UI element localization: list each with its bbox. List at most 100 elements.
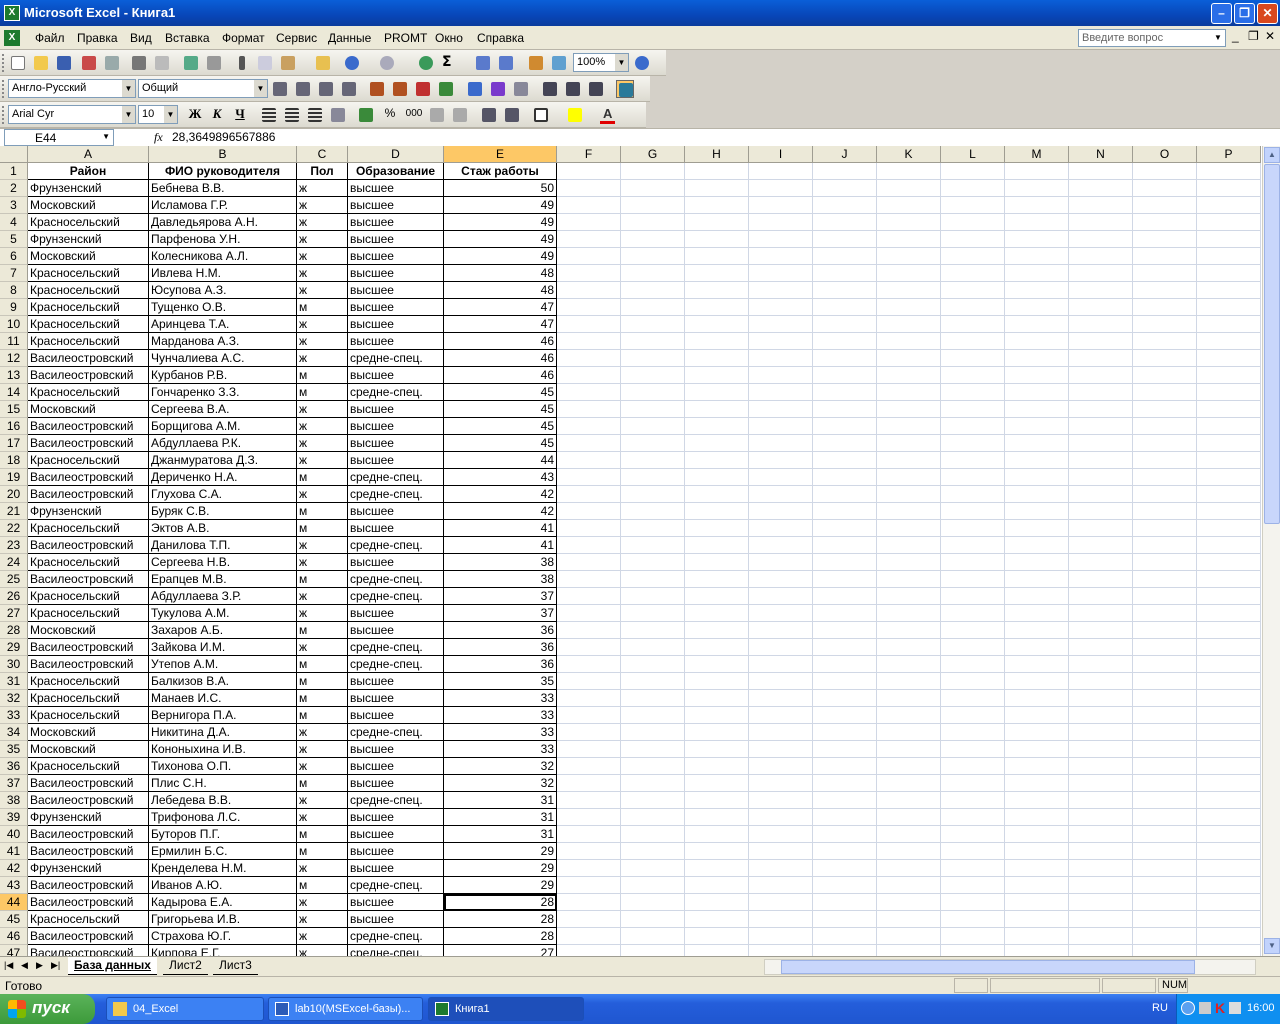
column-header[interactable]: E [444,146,557,163]
cell[interactable] [1005,520,1069,537]
cell[interactable]: Красносельский [28,588,149,605]
cell[interactable] [1069,554,1133,571]
network-icon[interactable] [1199,1002,1211,1014]
cell[interactable]: Сергеева Н.В. [149,554,297,571]
cell[interactable] [877,826,941,843]
cell[interactable] [1197,452,1261,469]
cell[interactable] [1069,163,1133,180]
cell[interactable] [1197,537,1261,554]
cell[interactable] [557,435,621,452]
cell[interactable] [685,452,749,469]
cell[interactable] [941,605,1005,622]
cell[interactable]: Василеостровский [28,435,149,452]
cell[interactable] [1197,333,1261,350]
cell[interactable] [557,214,621,231]
cell[interactable] [621,639,685,656]
cell[interactable]: Василеостровский [28,418,149,435]
cell[interactable] [941,333,1005,350]
workbook-icon[interactable]: X [4,30,20,46]
cell[interactable]: Страхова Ю.Г. [149,928,297,945]
cell[interactable] [1133,418,1197,435]
cell[interactable] [1069,537,1133,554]
menu-view[interactable]: Вид [130,31,152,45]
cell[interactable] [1197,248,1261,265]
horizontal-scrollbar[interactable] [764,959,1256,975]
cell[interactable]: Ерапцев М.В. [149,571,297,588]
cell[interactable] [1133,435,1197,452]
decrease-decimal-icon[interactable] [451,106,469,124]
cell[interactable] [1069,622,1133,639]
cell[interactable]: средне-спец. [348,384,444,401]
chevron-down-icon[interactable]: ▼ [1212,31,1224,45]
column-header[interactable]: N [1069,146,1133,163]
cell[interactable] [1005,826,1069,843]
cell[interactable]: Тукулова А.М. [149,605,297,622]
cell[interactable] [1069,758,1133,775]
cell[interactable]: ж [297,945,348,956]
cell[interactable] [1069,775,1133,792]
cell[interactable] [1069,197,1133,214]
cell[interactable] [621,418,685,435]
cell[interactable] [877,775,941,792]
cell[interactable] [749,741,813,758]
cell[interactable]: высшее [348,622,444,639]
cell[interactable]: м [297,707,348,724]
cell[interactable]: ж [297,486,348,503]
align-left-icon[interactable] [260,106,278,124]
cell[interactable]: средне-спец. [348,928,444,945]
row-header[interactable]: 24 [0,554,28,571]
column-header[interactable]: C [297,146,348,163]
cell[interactable] [1069,673,1133,690]
tray-expand-icon[interactable] [1181,1001,1195,1015]
chevron-down-icon[interactable]: ▼ [254,80,267,97]
cell[interactable] [877,741,941,758]
cell[interactable]: м [297,299,348,316]
header-cell[interactable]: Образование [348,163,444,180]
cell[interactable] [813,248,877,265]
cell[interactable]: ж [297,537,348,554]
cell[interactable]: высшее [348,333,444,350]
cell[interactable] [877,571,941,588]
cell[interactable] [621,690,685,707]
cell[interactable] [557,639,621,656]
cell[interactable] [877,367,941,384]
cell[interactable]: ж [297,265,348,282]
volume-icon[interactable] [1229,1002,1241,1014]
cell[interactable]: 45 [444,435,557,452]
cell[interactable] [685,503,749,520]
cell[interactable]: средне-спец. [348,571,444,588]
cell[interactable] [685,775,749,792]
promt-help-icon[interactable] [587,80,605,98]
task-folder[interactable]: 04_Excel [106,997,264,1021]
column-header[interactable]: A [28,146,149,163]
cell[interactable]: м [297,520,348,537]
cell[interactable] [1069,367,1133,384]
cell[interactable] [1069,605,1133,622]
clock[interactable]: 16:00 [1247,1002,1275,1014]
cell[interactable] [813,826,877,843]
cell[interactable] [1197,809,1261,826]
cell[interactable] [1005,741,1069,758]
cell[interactable] [813,163,877,180]
cell[interactable]: ж [297,809,348,826]
cell[interactable] [813,622,877,639]
cell[interactable] [749,639,813,656]
cell[interactable]: Московский [28,401,149,418]
cell[interactable] [877,758,941,775]
cell[interactable] [877,197,941,214]
cell[interactable] [1069,520,1133,537]
decrease-indent-icon[interactable] [480,106,498,124]
cell[interactable] [621,537,685,554]
cell[interactable] [1069,741,1133,758]
cell[interactable]: Красносельский [28,384,149,401]
cell[interactable] [557,401,621,418]
cell[interactable] [749,724,813,741]
cell[interactable] [813,894,877,911]
cell[interactable]: высшее [348,282,444,299]
cell[interactable]: ж [297,214,348,231]
cell[interactable] [749,554,813,571]
cell[interactable] [685,214,749,231]
cell[interactable] [877,384,941,401]
cell[interactable] [877,690,941,707]
cell[interactable]: 36 [444,639,557,656]
